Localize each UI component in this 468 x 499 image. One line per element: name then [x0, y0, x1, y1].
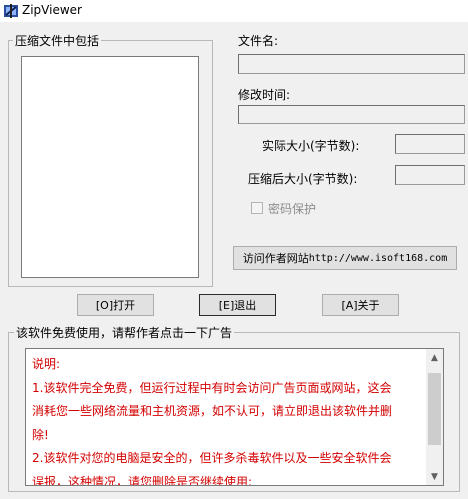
notice-line: 除! [32, 427, 49, 442]
notice-line: 误报，这种情况，请您删除是否继续使用: [32, 474, 253, 486]
scroll-up-icon[interactable]: ▲ [426, 349, 443, 366]
compressed-size-label: 压缩后大小(字节数): [248, 172, 358, 186]
compressed-size-field[interactable] [395, 165, 465, 185]
visit-button-label: 访问作者网站 [242, 252, 309, 265]
open-button[interactable]: [O]打开 [77, 294, 154, 316]
modified-time-label: 修改时间: [238, 88, 291, 102]
password-protect-checkbox[interactable] [251, 202, 263, 214]
password-protect-label: 密码保护 [268, 202, 317, 216]
visit-author-website-button[interactable]: 访问作者网站 http://www.isoft168.com [233, 246, 457, 270]
visit-button-url: http://www.isoft168.com [308, 252, 448, 264]
filename-label: 文件名: [238, 34, 279, 48]
notice-line: 2.该软件对您的电脑是安全的，但许多杀毒软件以及一些安全软件会 [32, 451, 392, 465]
about-button[interactable]: [A]关于 [322, 294, 399, 316]
scroll-thumb[interactable] [428, 373, 441, 445]
modified-time-field[interactable] [238, 105, 465, 124]
title-bar[interactable]: ZipViewer [0, 0, 468, 22]
actual-size-label: 实际大小(字节数): [262, 139, 360, 153]
window-title: ZipViewer [22, 3, 82, 17]
notice-text: 说明: 1.该软件完全免费，但运行过程中有时会访问广告页面或网站，这会 消耗您一… [32, 353, 424, 486]
notice-vertical-scrollbar[interactable]: ▲ ▼ [426, 349, 443, 485]
notice-line: 消耗您一些网络流量和主机资源，如不认可，请立即退出该软件并删 [32, 404, 393, 418]
notice-line: 1.该软件完全免费，但运行过程中有时会访问广告页面或网站，这会 [32, 380, 392, 395]
notice-line: 说明: [32, 357, 61, 371]
actual-size-field[interactable] [395, 134, 465, 154]
scroll-down-icon[interactable]: ▼ [426, 468, 443, 485]
archive-file-list[interactable] [21, 56, 199, 278]
archive-contents-label: 压缩文件中包括 [13, 32, 102, 49]
ad-notice-label: 该软件免费使用，请帮作者点击一下广告 [14, 324, 235, 341]
exit-button[interactable]: [E]退出 [199, 294, 276, 316]
zip-app-icon [4, 4, 18, 18]
notice-textarea[interactable]: 说明: 1.该软件完全免费，但运行过程中有时会访问广告页面或网站，这会 消耗您一… [25, 348, 444, 486]
filename-field[interactable] [238, 54, 465, 74]
